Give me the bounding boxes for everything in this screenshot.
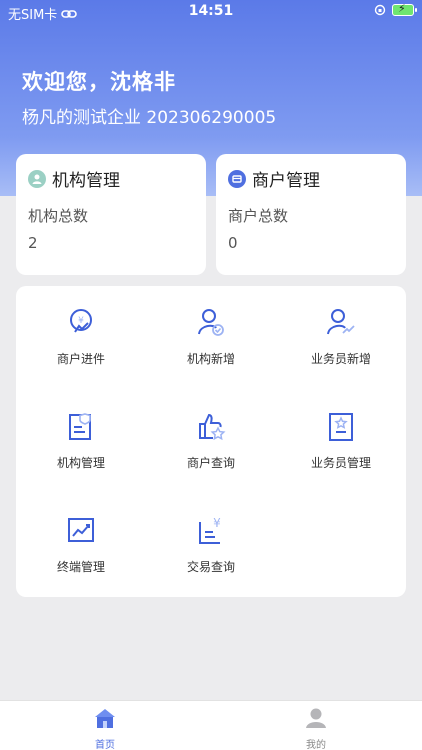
tab-me-label: 我的 — [306, 740, 326, 750]
greeting-text: 欢迎您，沈格非 — [22, 70, 176, 94]
person-icon — [28, 169, 46, 188]
menu-item-add-org[interactable]: 机构新增 — [146, 286, 276, 390]
user-icon — [306, 708, 326, 728]
menu-label: 机构管理 — [56, 456, 105, 470]
org-summary-card[interactable]: 机构管理 机构总数 2 — [16, 154, 206, 275]
function-grid: ¥ 商户进件 机构新增 业务员新增 机构管理 商户查询 业务员管理 终端管理 ¥… — [16, 286, 406, 597]
status-right: ⚡ — [374, 2, 417, 16]
menu-label: 交易查询 — [186, 560, 235, 574]
menu-label: 机构新增 — [186, 352, 235, 366]
menu-item-add-salesman[interactable]: 业务员新增 — [276, 286, 406, 390]
terminal-manage-icon — [68, 518, 94, 542]
menu-item-salesman-manage[interactable]: 业务员管理 — [276, 390, 406, 494]
org-card-header: 机构管理 — [28, 166, 120, 191]
svg-text:¥: ¥ — [213, 516, 221, 530]
menu-label: 终端管理 — [56, 560, 105, 574]
merchant-query-icon — [199, 413, 226, 441]
merchant-card-title: 商户管理 — [252, 171, 320, 191]
home-icon — [95, 709, 115, 728]
tab-bar: 首页 我的 — [0, 700, 422, 750]
org-count-label: 机构总数 — [28, 207, 89, 225]
menu-label: 业务员新增 — [310, 352, 371, 366]
add-org-icon — [198, 309, 224, 336]
menu-label: 商户进件 — [56, 352, 105, 366]
org-count-value: 2 — [28, 234, 38, 252]
orientation-lock-icon — [374, 4, 386, 16]
svg-text:¥: ¥ — [78, 316, 84, 326]
menu-item-terminal-manage[interactable]: 终端管理 — [16, 494, 146, 598]
company-name: 杨凡的测试企业 202306290005 — [22, 108, 277, 128]
merchant-summary-card[interactable]: 商户管理 商户总数 0 — [216, 154, 406, 275]
menu-item-transaction-query[interactable]: ¥ 交易查询 — [146, 494, 276, 598]
status-bar: 无SIM卡 14:51 ⚡ — [0, 0, 422, 24]
merchant-onboard-icon: ¥ — [70, 309, 92, 333]
org-card-title: 机构管理 — [52, 171, 120, 191]
menu-item-merchant-query[interactable]: 商户查询 — [146, 390, 276, 494]
merchant-card-header: 商户管理 — [228, 166, 320, 191]
merchant-count-value: 0 — [228, 234, 238, 252]
tab-home-label: 首页 — [95, 740, 115, 750]
menu-item-merchant-onboard[interactable]: ¥ 商户进件 — [16, 286, 146, 390]
clock: 14:51 — [188, 3, 234, 19]
transaction-query-icon: ¥ — [199, 516, 221, 544]
menu-label: 商户查询 — [186, 456, 235, 470]
salesman-manage-icon — [329, 413, 353, 441]
tab-home[interactable]: 首页 — [75, 707, 135, 750]
merchant-count-label: 商户总数 — [228, 207, 289, 225]
menu-label: 业务员管理 — [310, 456, 371, 470]
tab-me[interactable]: 我的 — [286, 707, 346, 750]
add-salesman-icon — [327, 309, 355, 335]
menu-item-org-manage[interactable]: 机构管理 — [16, 390, 146, 494]
battery-icon: ⚡ — [392, 2, 417, 16]
org-manage-icon — [69, 413, 91, 440]
store-icon — [228, 169, 246, 188]
